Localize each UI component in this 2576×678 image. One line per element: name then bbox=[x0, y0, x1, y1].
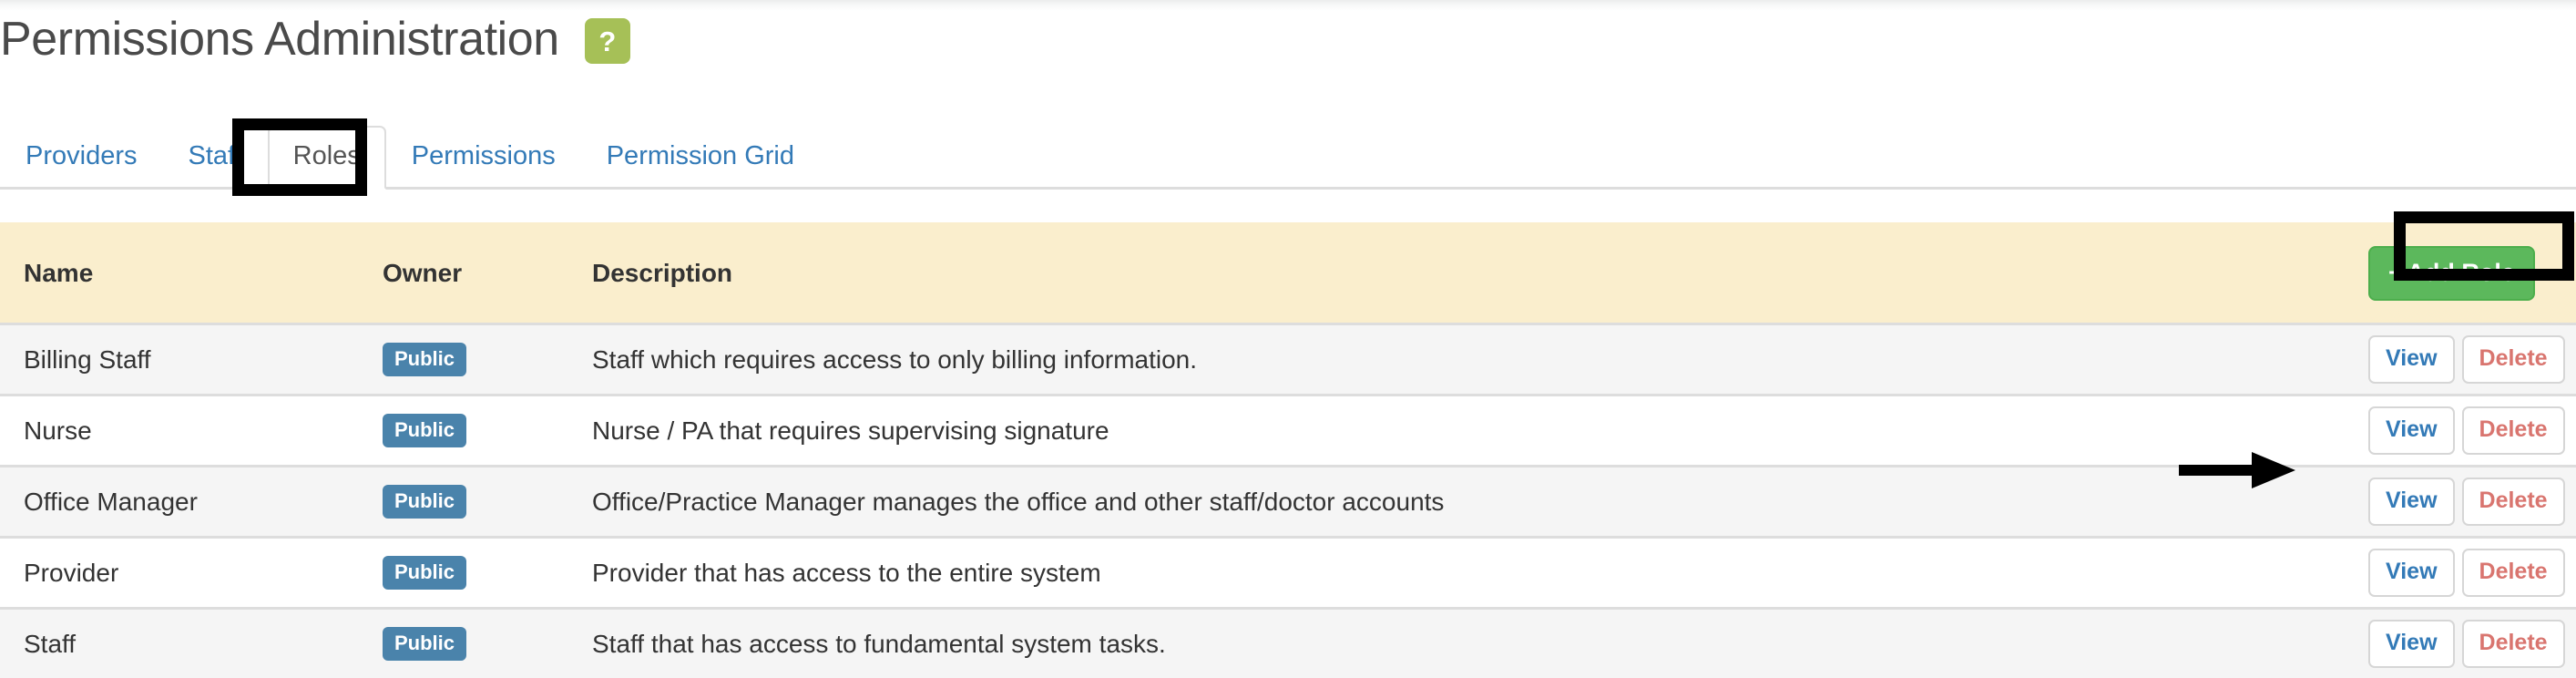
cell-description: Staff which requires access to only bill… bbox=[592, 324, 2368, 396]
plus-icon: + bbox=[2388, 258, 2404, 286]
cell-role-name: Provider bbox=[0, 537, 383, 610]
cell-actions: View Delete bbox=[2368, 466, 2576, 539]
cell-owner: Public bbox=[383, 466, 592, 539]
roles-table: Name Owner Description + Add Role Billing… bbox=[0, 222, 2576, 678]
column-header-description: Description bbox=[592, 222, 2368, 325]
status-badge: Public bbox=[383, 556, 467, 590]
cell-description: Provider that has access to the entire s… bbox=[592, 537, 2368, 610]
table-row[interactable]: Billing Staff Public Staff which require… bbox=[0, 324, 2576, 396]
status-badge: Public bbox=[383, 343, 467, 376]
cell-owner: Public bbox=[383, 395, 592, 467]
table-row[interactable]: Nurse Public Nurse / PA that requires su… bbox=[0, 395, 2576, 467]
table-row[interactable]: Provider Public Provider that has access… bbox=[0, 537, 2576, 610]
cell-description: Staff that has access to fundamental sys… bbox=[592, 608, 2368, 678]
cell-owner: Public bbox=[383, 537, 592, 610]
view-button[interactable]: View bbox=[2368, 478, 2455, 526]
column-header-name: Name bbox=[0, 222, 383, 325]
page-header: Permissions Administration ? bbox=[0, 15, 630, 65]
table-row[interactable]: Staff Public Staff that has access to fu… bbox=[0, 608, 2576, 678]
column-header-actions: + Add Role bbox=[2368, 222, 2576, 325]
view-button[interactable]: View bbox=[2368, 335, 2455, 384]
tab-bar: Providers Staff Roles Permissions Permis… bbox=[0, 126, 2576, 190]
delete-button[interactable]: Delete bbox=[2461, 335, 2565, 384]
cell-actions: View Delete bbox=[2368, 324, 2576, 396]
cell-actions: View Delete bbox=[2368, 395, 2576, 467]
page-title: Permissions Administration bbox=[0, 13, 559, 66]
view-button[interactable]: View bbox=[2368, 406, 2455, 455]
view-button[interactable]: View bbox=[2368, 549, 2455, 597]
tab-staff[interactable]: Staff bbox=[163, 126, 268, 190]
status-badge: Public bbox=[383, 414, 467, 447]
roles-table-body: Billing Staff Public Staff which require… bbox=[0, 324, 2576, 678]
cell-actions: View Delete bbox=[2368, 608, 2576, 678]
cell-role-name: Nurse bbox=[0, 395, 383, 467]
add-role-button[interactable]: + Add Role bbox=[2368, 246, 2535, 301]
status-badge: Public bbox=[383, 627, 467, 661]
delete-button[interactable]: Delete bbox=[2461, 478, 2565, 526]
cell-actions: View Delete bbox=[2368, 537, 2576, 610]
cell-owner: Public bbox=[383, 324, 592, 396]
table-header-row: Name Owner Description + Add Role bbox=[0, 222, 2576, 325]
tab-roles[interactable]: Roles bbox=[267, 126, 386, 190]
delete-button[interactable]: Delete bbox=[2461, 406, 2565, 455]
delete-button[interactable]: Delete bbox=[2461, 549, 2565, 597]
roles-table-head: Name Owner Description + Add Role bbox=[0, 222, 2576, 325]
cell-role-name: Staff bbox=[0, 608, 383, 678]
tab-providers[interactable]: Providers bbox=[0, 126, 163, 190]
tab-permissions[interactable]: Permissions bbox=[386, 126, 581, 190]
cell-role-name: Office Manager bbox=[0, 466, 383, 539]
top-gradient-strip bbox=[0, 0, 2576, 11]
delete-button[interactable]: Delete bbox=[2461, 620, 2565, 668]
add-role-label: Add Role bbox=[2407, 259, 2515, 286]
status-badge: Public bbox=[383, 485, 467, 519]
column-header-owner: Owner bbox=[383, 222, 592, 325]
cell-description: Nurse / PA that requires supervising sig… bbox=[592, 395, 2368, 467]
help-icon[interactable]: ? bbox=[584, 18, 630, 65]
tab-permission-grid[interactable]: Permission Grid bbox=[581, 126, 820, 190]
cell-description: Office/Practice Manager manages the offi… bbox=[592, 466, 2368, 539]
cell-role-name: Billing Staff bbox=[0, 324, 383, 396]
permissions-administration-page: Permissions Administration ? Providers S… bbox=[0, 0, 2576, 678]
table-row[interactable]: Office Manager Public Office/Practice Ma… bbox=[0, 466, 2576, 539]
cell-owner: Public bbox=[383, 608, 592, 678]
view-button[interactable]: View bbox=[2368, 620, 2455, 668]
